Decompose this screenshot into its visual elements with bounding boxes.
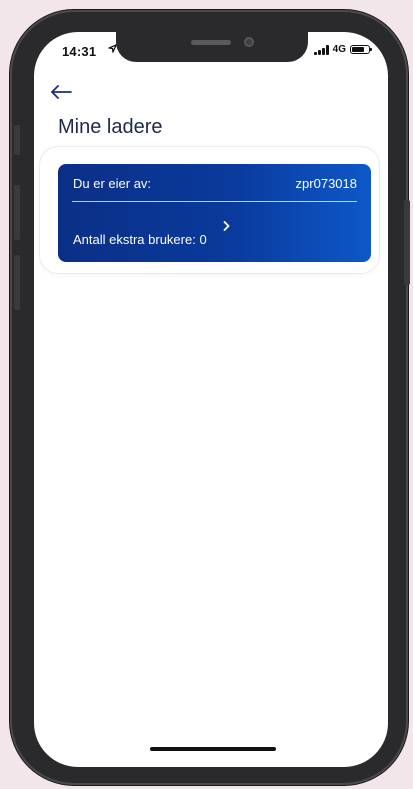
power-button bbox=[404, 200, 410, 285]
back-button[interactable] bbox=[50, 80, 78, 104]
charger-card[interactable]: Du er eier av: zpr073018 Antall ekstra b… bbox=[58, 164, 371, 262]
speaker-grille bbox=[191, 40, 231, 45]
chargers-list-container: Du er eier av: zpr073018 Antall ekstra b… bbox=[40, 147, 379, 273]
page-title: Mine ladere bbox=[58, 116, 163, 138]
volume-up-button bbox=[14, 185, 20, 240]
owner-label: Du er eier av: bbox=[73, 176, 152, 191]
arrow-left-icon bbox=[51, 85, 72, 99]
cellular-signal-icon bbox=[313, 44, 329, 55]
volume-down-button bbox=[14, 255, 20, 310]
status-indicators: 4G bbox=[313, 44, 372, 55]
mute-switch bbox=[14, 125, 20, 155]
charger-id: zpr073018 bbox=[295, 176, 357, 191]
location-arrow-icon bbox=[108, 44, 117, 56]
home-indicator[interactable] bbox=[150, 747, 276, 751]
front-camera bbox=[244, 37, 254, 47]
network-type: 4G bbox=[332, 44, 346, 55]
card-divider bbox=[72, 201, 357, 202]
status-time: 14:31 bbox=[62, 44, 97, 59]
battery-icon bbox=[350, 45, 372, 54]
notch bbox=[116, 32, 308, 62]
screen: 14:31 4G Mine ladere Du er eier av: zpr0… bbox=[34, 32, 388, 767]
device-frame-stage: 14:31 4G Mine ladere Du er eier av: zpr0… bbox=[0, 0, 413, 789]
extra-users-count: Antall ekstra brukere: 0 bbox=[73, 232, 207, 247]
chevron-right-icon[interactable] bbox=[223, 220, 230, 234]
